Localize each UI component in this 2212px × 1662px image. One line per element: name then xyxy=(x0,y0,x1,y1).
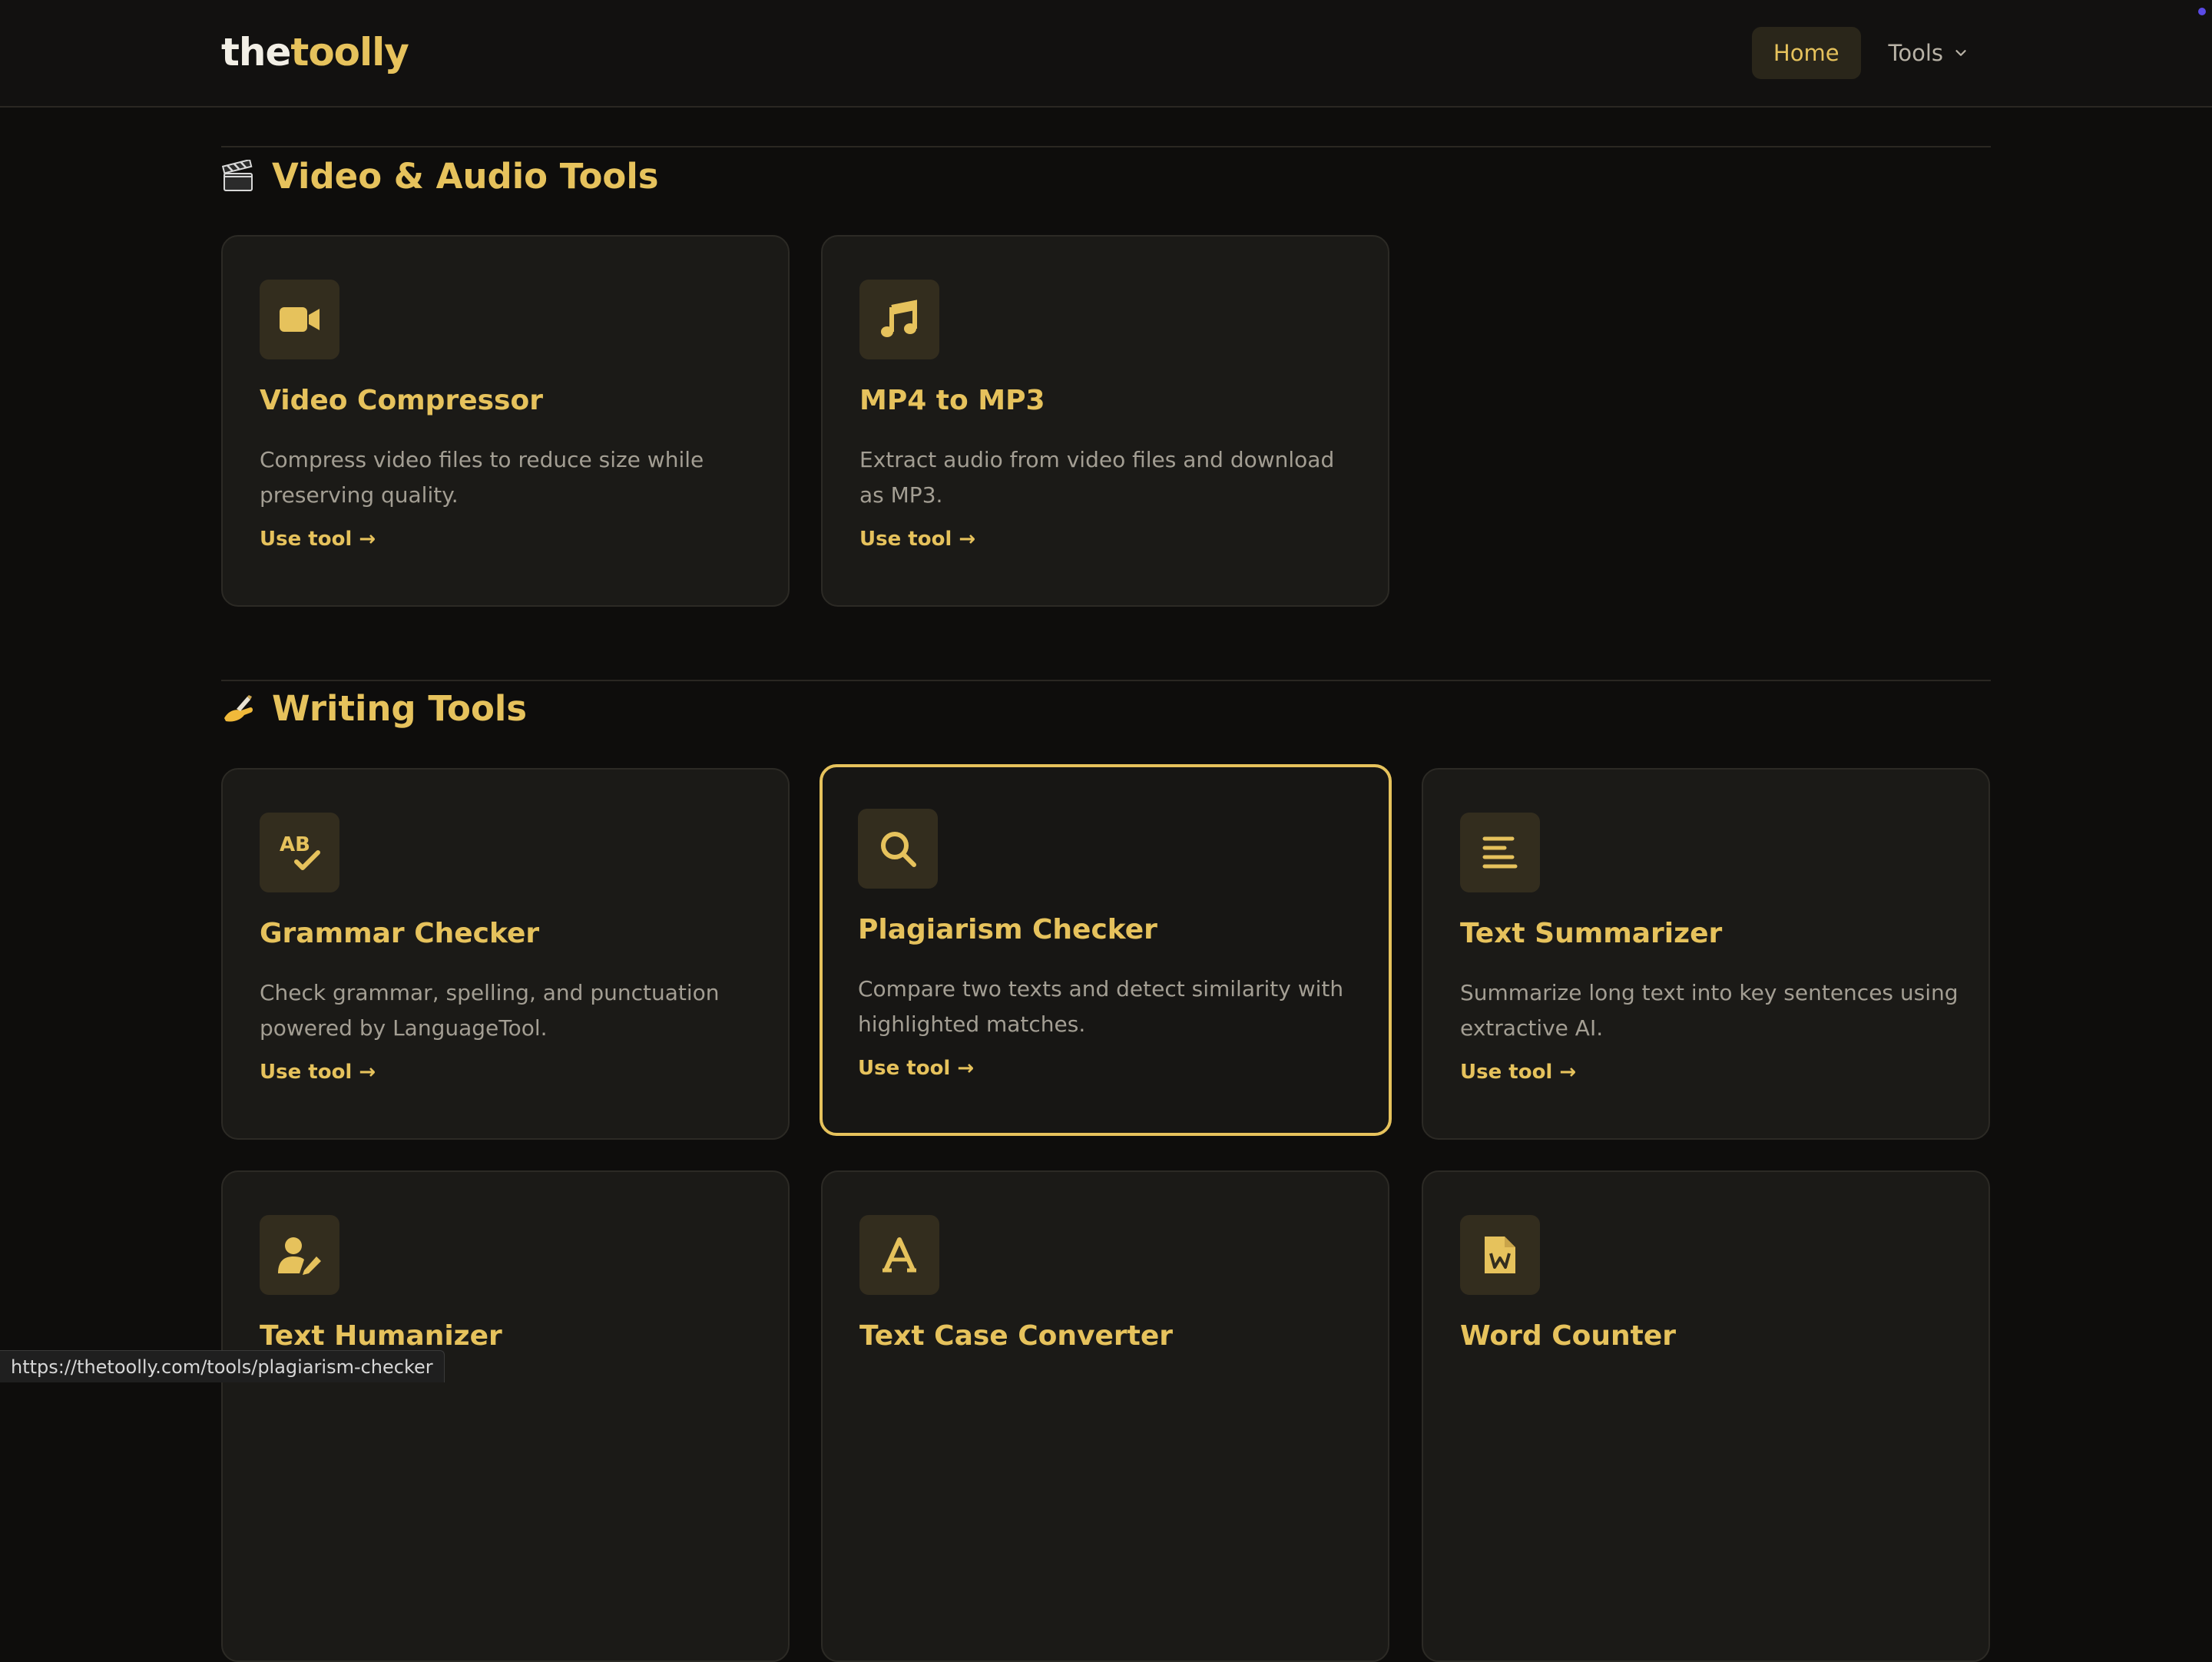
section-title-writing: Writing Tools xyxy=(221,686,527,732)
video-camera-icon xyxy=(260,280,339,359)
card-description: Compare two texts and detect similarity … xyxy=(858,972,1357,1042)
tool-card-grammar-checker[interactable]: AB Grammar Checker Check grammar, spelli… xyxy=(221,768,790,1140)
tool-card-video-compressor[interactable]: Video Compressor Compress video files to… xyxy=(221,235,790,607)
tool-card-text-summarizer[interactable]: Text Summarizer Summarize long text into… xyxy=(1422,768,1990,1140)
svg-text:AB: AB xyxy=(280,833,310,856)
card-title: Word Counter xyxy=(1460,1318,1676,1355)
card-description: Extract audio from video files and downl… xyxy=(859,442,1359,513)
status-bar-url: https://thetoolly.com/tools/plagiarism-c… xyxy=(0,1350,445,1382)
nav-home-link[interactable]: Home xyxy=(1752,27,1861,79)
font-a-icon xyxy=(859,1215,939,1295)
card-description: Check grammar, spelling, and punctuation… xyxy=(260,975,759,1046)
card-title: Plagiarism Checker xyxy=(858,912,1157,949)
section-divider xyxy=(221,680,1991,681)
tool-card-plagiarism-checker[interactable]: Plagiarism Checker Compare two texts and… xyxy=(820,764,1392,1136)
use-tool-link[interactable]: Use tool → xyxy=(1460,1058,1576,1086)
card-description: Compress video files to reduce size whil… xyxy=(260,442,759,513)
card-title: Text Case Converter xyxy=(859,1318,1173,1355)
card-description: Summarize long text into key sentences u… xyxy=(1460,975,1959,1046)
section-divider xyxy=(221,146,1991,147)
logo-toolly: toolly xyxy=(290,30,408,74)
clapper-icon xyxy=(221,160,255,194)
section-title-text: Video & Audio Tools xyxy=(272,154,659,200)
nav-tools-dropdown[interactable]: Tools xyxy=(1876,27,1982,79)
card-title: Text Humanizer xyxy=(260,1318,502,1355)
chevron-down-icon xyxy=(1952,45,1969,61)
card-title: Video Compressor xyxy=(260,382,543,419)
tool-card-word-counter[interactable]: Word Counter xyxy=(1422,1170,1990,1662)
search-icon xyxy=(858,809,938,889)
section-title-text: Writing Tools xyxy=(272,686,527,732)
tool-card-mp4-to-mp3[interactable]: MP4 to MP3 Extract audio from video file… xyxy=(821,235,1389,607)
site-header: thetoolly Home Tools xyxy=(0,0,2212,108)
align-left-icon xyxy=(1460,813,1540,892)
card-title: Text Summarizer xyxy=(1460,915,1722,952)
site-logo[interactable]: thetoolly xyxy=(221,28,409,77)
use-tool-link[interactable]: Use tool → xyxy=(859,525,975,553)
main-nav: Home Tools xyxy=(1752,27,1982,79)
use-tool-link[interactable]: Use tool → xyxy=(260,1058,376,1086)
section-title-video-audio: Video & Audio Tools xyxy=(221,154,659,200)
logo-the: the xyxy=(221,30,290,74)
use-tool-link[interactable]: Use tool → xyxy=(260,525,376,553)
use-tool-link[interactable]: Use tool → xyxy=(858,1054,974,1082)
card-title: Grammar Checker xyxy=(260,915,539,952)
word-file-icon xyxy=(1460,1215,1540,1295)
writing-hand-icon xyxy=(221,692,255,726)
notification-dot xyxy=(2198,8,2206,15)
tool-card-text-case-converter[interactable]: Text Case Converter xyxy=(821,1170,1389,1662)
music-note-icon xyxy=(859,280,939,359)
spell-check-icon: AB xyxy=(260,813,339,892)
nav-tools-label: Tools xyxy=(1889,40,1943,66)
user-pen-icon xyxy=(260,1215,339,1295)
tool-card-text-humanizer[interactable]: Text Humanizer xyxy=(221,1170,790,1662)
card-title: MP4 to MP3 xyxy=(859,382,1045,419)
